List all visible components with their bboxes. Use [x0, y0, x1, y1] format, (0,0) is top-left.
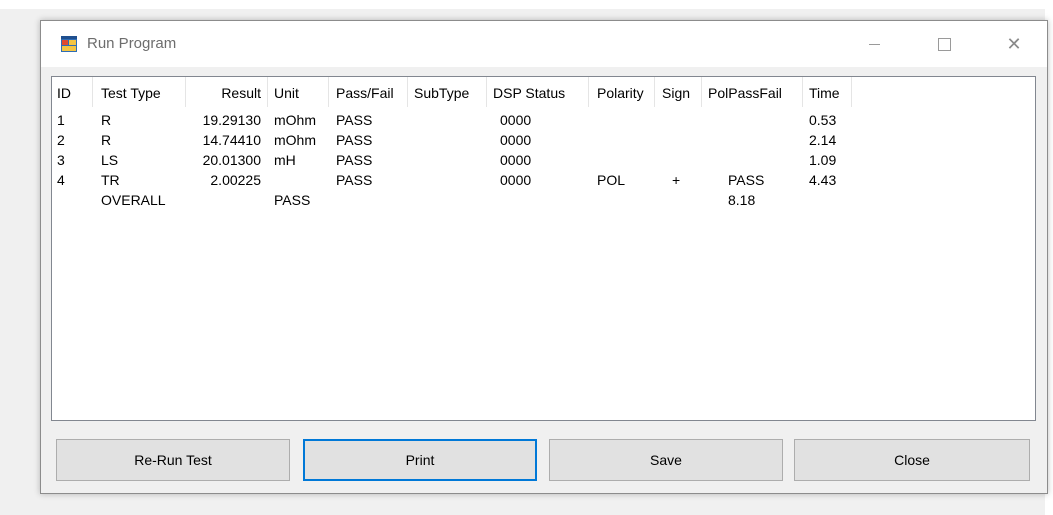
cell-test-type: R [101, 132, 112, 148]
column-header-sign[interactable]: Sign [662, 85, 690, 101]
cell-dsp-status: 0000 [500, 172, 532, 188]
cell-pass-fail: PASS [336, 152, 373, 168]
cell-pol-pass-fail: PASS [728, 172, 765, 188]
overall-label: OVERALL [101, 192, 166, 208]
column-separator[interactable] [267, 77, 268, 107]
column-separator[interactable] [588, 77, 589, 107]
cell-dsp-status: 0000 [500, 152, 532, 168]
minimize-icon [868, 43, 880, 45]
column-header-dsp-status[interactable]: DSP Status [493, 85, 565, 101]
table-row[interactable]: 4 TR 2.00225 PASS 0000 POL + PASS 4.43 [52, 170, 1035, 190]
minimize-button[interactable] [851, 21, 897, 67]
column-separator[interactable] [701, 77, 702, 107]
maximize-button[interactable] [921, 21, 967, 67]
column-separator[interactable] [92, 77, 93, 107]
cell-test-type: LS [101, 152, 119, 168]
table-row-overall[interactable]: OVERALL PASS 8.18 [52, 190, 1035, 210]
close-button[interactable]: Close [794, 439, 1030, 481]
column-header-pass-fail[interactable]: Pass/Fail [336, 85, 394, 101]
maximize-icon [937, 37, 951, 51]
column-header-id[interactable]: ID [57, 85, 71, 101]
cell-unit: mH [274, 152, 296, 168]
close-icon: ✕ [1006, 34, 1022, 54]
overall-total-time: 8.18 [728, 192, 756, 208]
cell-sign: + [672, 172, 681, 188]
cell-dsp-status: 0000 [500, 132, 532, 148]
save-button[interactable]: Save [549, 439, 783, 481]
cell-test-type: TR [101, 172, 120, 188]
window-title: Run Program [87, 35, 177, 52]
column-separator[interactable] [851, 77, 852, 107]
cell-dsp-status: 0000 [500, 112, 532, 128]
column-separator[interactable] [802, 77, 803, 107]
cell-pass-fail: PASS [336, 172, 373, 188]
listview-header: ID Test Type Result Unit Pass/Fail SubTy… [52, 77, 1035, 107]
column-separator[interactable] [486, 77, 487, 107]
cell-result: 2.00225 [210, 172, 261, 188]
cell-id: 1 [57, 112, 65, 128]
column-header-test-type[interactable]: Test Type [101, 85, 161, 101]
column-header-unit[interactable]: Unit [274, 85, 299, 101]
cell-result: 19.29130 [202, 112, 261, 128]
table-row[interactable]: 3 LS 20.01300 mH PASS 0000 1.09 [52, 150, 1035, 170]
rerun-test-button[interactable]: Re-Run Test [56, 439, 290, 481]
cell-result: 14.74410 [202, 132, 261, 148]
cell-pass-fail: PASS [336, 112, 373, 128]
close-window-button[interactable]: ✕ [991, 21, 1037, 67]
cell-result: 20.01300 [202, 152, 261, 168]
results-listview[interactable]: ID Test Type Result Unit Pass/Fail SubTy… [51, 76, 1036, 421]
app-form-icon [61, 36, 77, 52]
cell-pass-fail: PASS [336, 132, 373, 148]
table-row[interactable]: 2 R 14.74410 mOhm PASS 0000 2.14 [52, 130, 1035, 150]
title-bar[interactable]: Run Program ✕ [41, 21, 1047, 67]
cell-time: 0.53 [809, 112, 837, 128]
column-header-time[interactable]: Time [809, 85, 840, 101]
cell-id: 2 [57, 132, 65, 148]
cell-unit: mOhm [274, 132, 316, 148]
print-button[interactable]: Print [303, 439, 537, 481]
column-separator[interactable] [654, 77, 655, 107]
column-header-pol-pass-fail[interactable]: PolPassFail [708, 85, 782, 101]
column-header-result[interactable]: Result [186, 85, 261, 101]
cell-id: 3 [57, 152, 65, 168]
cell-id: 4 [57, 172, 65, 188]
cell-unit: mOhm [274, 112, 316, 128]
desktop-background-top [0, 0, 1053, 9]
cell-time: 1.09 [809, 152, 837, 168]
cell-time: 4.43 [809, 172, 837, 188]
cell-test-type: R [101, 112, 112, 128]
cell-polarity: POL [597, 172, 626, 188]
column-separator[interactable] [407, 77, 408, 107]
table-row[interactable]: 1 R 19.29130 mOhm PASS 0000 0.53 [52, 110, 1035, 130]
column-header-polarity[interactable]: Polarity [597, 85, 644, 101]
run-program-window: Run Program ✕ ID Test Type Result Unit P… [40, 20, 1048, 494]
column-header-subtype[interactable]: SubType [414, 85, 469, 101]
column-separator[interactable] [328, 77, 329, 107]
cell-time: 2.14 [809, 132, 837, 148]
overall-status: PASS [274, 192, 311, 208]
